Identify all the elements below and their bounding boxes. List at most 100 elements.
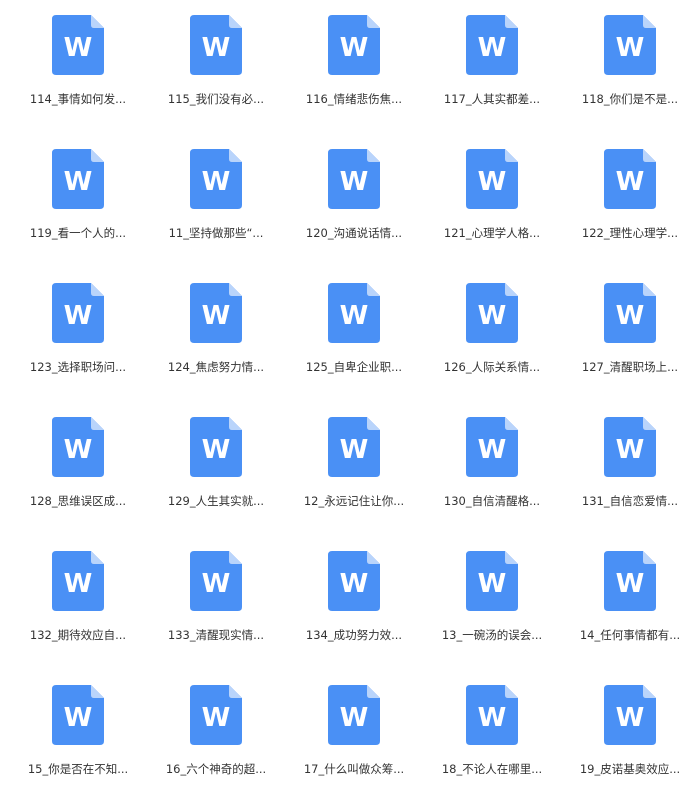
file-item[interactable]: W 14_任何事情都有... — [565, 536, 695, 656]
svg-text:W: W — [64, 435, 93, 465]
file-name-label: 16_六个神奇的超... — [165, 762, 267, 776]
file-item[interactable]: W 16_六个神奇的超... — [151, 670, 281, 790]
word-document-icon: W — [190, 149, 242, 209]
file-grid: W 114_事情如何发... W 115_我们没有必... W 116_情绪悲伤焦... W… — [0, 0, 700, 799]
word-document-icon: W — [52, 551, 104, 611]
file-name-label: 14_任何事情都有... — [579, 628, 681, 642]
file-name-label: 114_事情如何发... — [29, 92, 127, 106]
file-item[interactable]: W 132_期待效应自... — [13, 536, 143, 656]
file-name-label: 134_成功努力效... — [305, 628, 403, 642]
file-item[interactable]: W 121_心理学人格... — [427, 134, 557, 254]
word-document-icon: W — [52, 15, 104, 75]
file-item[interactable]: W 127_清醒职场上... — [565, 268, 695, 388]
word-document-icon: W — [328, 417, 380, 477]
file-item[interactable]: W 134_成功努力效... — [289, 536, 419, 656]
file-item[interactable]: W 12_永远记住让你... — [289, 402, 419, 522]
file-item[interactable]: W 15_你是否在不知... — [13, 670, 143, 790]
word-document-icon: W — [328, 15, 380, 75]
file-name-label: 123_选择职场问... — [29, 360, 127, 374]
word-document-icon: W — [466, 283, 518, 343]
file-item[interactable]: W 124_焦虑努力情... — [151, 268, 281, 388]
file-item[interactable]: W 129_人生其实就... — [151, 402, 281, 522]
file-name-label: 129_人生其实就... — [167, 494, 265, 508]
file-item[interactable]: W 128_思维误区成... — [13, 402, 143, 522]
word-document-icon: W — [190, 15, 242, 75]
word-document-icon: W — [604, 551, 656, 611]
word-document-icon: W — [52, 417, 104, 477]
file-name-label: 131_自信恋爱情... — [581, 494, 679, 508]
file-item[interactable]: W 117_人其实都差... — [427, 0, 557, 120]
file-item[interactable]: W 19_皮诺基奥效应... — [565, 670, 695, 790]
svg-text:W: W — [478, 435, 507, 465]
file-item[interactable]: W 118_你们是不是... — [565, 0, 695, 120]
svg-text:W: W — [340, 703, 369, 733]
file-name-label: 13_一碗汤的误会... — [441, 628, 543, 642]
file-item[interactable]: W 126_人际关系情... — [427, 268, 557, 388]
svg-text:W: W — [478, 33, 507, 63]
file-item[interactable]: W 125_自卑企业职... — [289, 268, 419, 388]
file-name-label: 17_什么叫做众筹... — [303, 762, 405, 776]
file-item[interactable]: W 131_自信恋爱情... — [565, 402, 695, 522]
file-name-label: 19_皮诺基奥效应... — [579, 762, 681, 776]
word-document-icon: W — [52, 283, 104, 343]
svg-text:W: W — [340, 569, 369, 599]
file-item[interactable]: W 116_情绪悲伤焦... — [289, 0, 419, 120]
word-document-icon: W — [466, 551, 518, 611]
word-document-icon: W — [190, 417, 242, 477]
word-document-icon: W — [328, 283, 380, 343]
file-item[interactable]: W 120_沟通说话情... — [289, 134, 419, 254]
file-item[interactable]: W 123_选择职场问... — [13, 268, 143, 388]
file-item[interactable]: W 130_自信清醒格... — [427, 402, 557, 522]
word-document-icon: W — [328, 685, 380, 745]
file-name-label: 118_你们是不是... — [581, 92, 679, 106]
svg-text:W: W — [202, 167, 231, 197]
word-document-icon: W — [190, 551, 242, 611]
file-name-label: 122_理性心理学... — [581, 226, 679, 240]
file-item[interactable]: W 119_看一个人的... — [13, 134, 143, 254]
file-name-label: 117_人其实都差... — [443, 92, 541, 106]
svg-text:W: W — [340, 301, 369, 331]
word-document-icon: W — [466, 417, 518, 477]
svg-text:W: W — [64, 569, 93, 599]
word-document-icon: W — [190, 283, 242, 343]
file-item[interactable]: W 122_理性心理学... — [565, 134, 695, 254]
file-name-label: 120_沟通说话情... — [305, 226, 403, 240]
file-name-label: 12_永远记住让你... — [303, 494, 405, 508]
file-name-label: 132_期待效应自... — [29, 628, 127, 642]
word-document-icon: W — [604, 149, 656, 209]
word-document-icon: W — [190, 685, 242, 745]
file-name-label: 15_你是否在不知... — [27, 762, 129, 776]
svg-text:W: W — [202, 435, 231, 465]
svg-text:W: W — [340, 167, 369, 197]
word-document-icon: W — [328, 149, 380, 209]
word-document-icon: W — [604, 685, 656, 745]
file-name-label: 115_我们没有必... — [167, 92, 265, 106]
word-document-icon: W — [52, 685, 104, 745]
file-item[interactable]: W 115_我们没有必... — [151, 0, 281, 120]
svg-text:W: W — [340, 435, 369, 465]
file-name-label: 18_不论人在哪里... — [441, 762, 543, 776]
file-name-label: 121_心理学人格... — [443, 226, 541, 240]
svg-text:W: W — [478, 703, 507, 733]
svg-text:W: W — [616, 167, 645, 197]
file-name-label: 125_自卑企业职... — [305, 360, 403, 374]
word-document-icon: W — [466, 685, 518, 745]
file-item[interactable]: W 114_事情如何发... — [13, 0, 143, 120]
svg-text:W: W — [616, 703, 645, 733]
file-item[interactable]: W 17_什么叫做众筹... — [289, 670, 419, 790]
file-item[interactable]: W 133_清醒现实情... — [151, 536, 281, 656]
svg-text:W: W — [478, 301, 507, 331]
word-document-icon: W — [604, 417, 656, 477]
file-item[interactable]: W 13_一碗汤的误会... — [427, 536, 557, 656]
file-item[interactable]: W 18_不论人在哪里... — [427, 670, 557, 790]
svg-text:W: W — [202, 33, 231, 63]
svg-text:W: W — [202, 569, 231, 599]
word-document-icon: W — [52, 149, 104, 209]
file-name-label: 116_情绪悲伤焦... — [305, 92, 403, 106]
file-name-label: 133_清醒现实情... — [167, 628, 265, 642]
svg-text:W: W — [616, 435, 645, 465]
svg-text:W: W — [616, 301, 645, 331]
svg-text:W: W — [64, 33, 93, 63]
svg-text:W: W — [616, 33, 645, 63]
file-item[interactable]: W 11_坚持做那些“... — [151, 134, 281, 254]
